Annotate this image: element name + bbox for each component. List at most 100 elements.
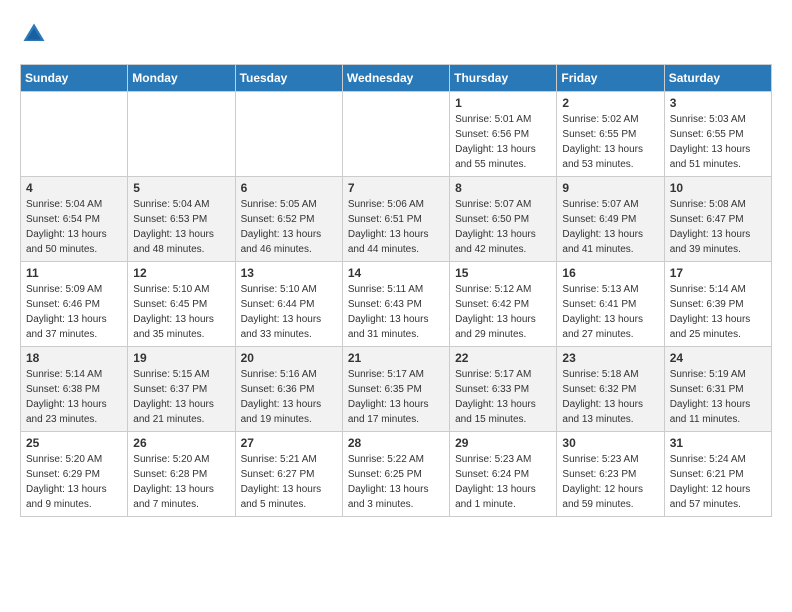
day-number: 6 — [241, 181, 337, 195]
day-info: Sunrise: 5:20 AM Sunset: 6:29 PM Dayligh… — [26, 452, 122, 512]
day-number: 24 — [670, 351, 766, 365]
day-info: Sunrise: 5:22 AM Sunset: 6:25 PM Dayligh… — [348, 452, 444, 512]
day-number: 15 — [455, 266, 551, 280]
day-number: 12 — [133, 266, 229, 280]
calendar-cell: 15 Sunrise: 5:12 AM Sunset: 6:42 PM Dayli… — [450, 262, 557, 347]
calendar-week-4: 18 Sunrise: 5:14 AM Sunset: 6:38 PM Dayli… — [21, 347, 772, 432]
calendar-header-row: SundayMondayTuesdayWednesdayThursdayFrid… — [21, 65, 772, 92]
calendar-cell — [342, 92, 449, 177]
calendar-cell: 29Sunrise: 5:23 AM Sunset: 6:24 PM Dayli… — [450, 432, 557, 517]
day-number: 1 — [455, 96, 551, 110]
calendar-cell: 19 Sunrise: 5:15 AM Sunset: 6:37 PM Dayli… — [128, 347, 235, 432]
day-number: 10 — [670, 181, 766, 195]
day-info: Sunrise: 5:23 AM Sunset: 6:23 PM Dayligh… — [562, 452, 658, 512]
calendar-cell: 17 Sunrise: 5:14 AM Sunset: 6:39 PM Dayli… — [664, 262, 771, 347]
logo-icon — [20, 20, 48, 48]
day-info: Sunrise: 5:23 AM Sunset: 6:24 PM Dayligh… — [455, 452, 551, 512]
calendar-cell: 31 Sunrise: 5:24 AM Sunset: 6:21 PM Dayli… — [664, 432, 771, 517]
day-number: 18 — [26, 351, 122, 365]
day-info: Sunrise: 5:20 AM Sunset: 6:28 PM Dayligh… — [133, 452, 229, 512]
day-number: 4 — [26, 181, 122, 195]
day-info: Sunrise: 5:18 AM Sunset: 6:32 PM Dayligh… — [562, 367, 658, 427]
header-friday: Friday — [557, 65, 664, 92]
day-number: 9 — [562, 181, 658, 195]
calendar-cell: 16Sunrise: 5:13 AM Sunset: 6:41 PM Dayli… — [557, 262, 664, 347]
calendar-cell: 8 Sunrise: 5:07 AM Sunset: 6:50 PM Daylig… — [450, 177, 557, 262]
day-number: 8 — [455, 181, 551, 195]
calendar-cell: 13 Sunrise: 5:10 AM Sunset: 6:44 PM Dayli… — [235, 262, 342, 347]
day-info: Sunrise: 5:14 AM Sunset: 6:39 PM Dayligh… — [670, 282, 766, 342]
day-info: Sunrise: 5:02 AM Sunset: 6:55 PM Dayligh… — [562, 112, 658, 172]
day-info: Sunrise: 5:07 AM Sunset: 6:50 PM Dayligh… — [455, 197, 551, 257]
calendar-week-3: 11 Sunrise: 5:09 AM Sunset: 6:46 PM Dayli… — [21, 262, 772, 347]
calendar-cell: 11 Sunrise: 5:09 AM Sunset: 6:46 PM Dayli… — [21, 262, 128, 347]
calendar-cell: 3 Sunrise: 5:03 AM Sunset: 6:55 PM Daylig… — [664, 92, 771, 177]
calendar-cell: 21 Sunrise: 5:17 AM Sunset: 6:35 PM Dayli… — [342, 347, 449, 432]
day-number: 25 — [26, 436, 122, 450]
header-wednesday: Wednesday — [342, 65, 449, 92]
day-number: 21 — [348, 351, 444, 365]
day-number: 30 — [562, 436, 658, 450]
calendar-week-5: 25 Sunrise: 5:20 AM Sunset: 6:29 PM Dayli… — [21, 432, 772, 517]
day-number: 22 — [455, 351, 551, 365]
day-number: 13 — [241, 266, 337, 280]
day-info: Sunrise: 5:15 AM Sunset: 6:37 PM Dayligh… — [133, 367, 229, 427]
calendar-cell: 14Sunrise: 5:11 AM Sunset: 6:43 PM Dayli… — [342, 262, 449, 347]
day-info: Sunrise: 5:14 AM Sunset: 6:38 PM Dayligh… — [26, 367, 122, 427]
calendar-cell: 23Sunrise: 5:18 AM Sunset: 6:32 PM Dayli… — [557, 347, 664, 432]
day-number: 27 — [241, 436, 337, 450]
calendar-cell: 26 Sunrise: 5:20 AM Sunset: 6:28 PM Dayli… — [128, 432, 235, 517]
calendar-table: SundayMondayTuesdayWednesdayThursdayFrid… — [20, 64, 772, 517]
day-number: 17 — [670, 266, 766, 280]
day-number: 26 — [133, 436, 229, 450]
header-monday: Monday — [128, 65, 235, 92]
day-info: Sunrise: 5:19 AM Sunset: 6:31 PM Dayligh… — [670, 367, 766, 427]
day-info: Sunrise: 5:07 AM Sunset: 6:49 PM Dayligh… — [562, 197, 658, 257]
calendar-cell — [21, 92, 128, 177]
day-number: 19 — [133, 351, 229, 365]
day-number: 31 — [670, 436, 766, 450]
calendar-cell: 4 Sunrise: 5:04 AM Sunset: 6:54 PM Daylig… — [21, 177, 128, 262]
calendar-cell: 2Sunrise: 5:02 AM Sunset: 6:55 PM Daylig… — [557, 92, 664, 177]
calendar-cell: 27 Sunrise: 5:21 AM Sunset: 6:27 PM Dayli… — [235, 432, 342, 517]
calendar-cell: 9 Sunrise: 5:07 AM Sunset: 6:49 PM Daylig… — [557, 177, 664, 262]
day-info: Sunrise: 5:10 AM Sunset: 6:44 PM Dayligh… — [241, 282, 337, 342]
day-info: Sunrise: 5:05 AM Sunset: 6:52 PM Dayligh… — [241, 197, 337, 257]
day-number: 20 — [241, 351, 337, 365]
day-info: Sunrise: 5:04 AM Sunset: 6:54 PM Dayligh… — [26, 197, 122, 257]
calendar-cell: 24 Sunrise: 5:19 AM Sunset: 6:31 PM Dayli… — [664, 347, 771, 432]
day-number: 5 — [133, 181, 229, 195]
day-info: Sunrise: 5:24 AM Sunset: 6:21 PM Dayligh… — [670, 452, 766, 512]
calendar-cell: 22 Sunrise: 5:17 AM Sunset: 6:33 PM Dayli… — [450, 347, 557, 432]
header-sunday: Sunday — [21, 65, 128, 92]
header-thursday: Thursday — [450, 65, 557, 92]
calendar-cell: 7 Sunrise: 5:06 AM Sunset: 6:51 PM Daylig… — [342, 177, 449, 262]
day-info: Sunrise: 5:10 AM Sunset: 6:45 PM Dayligh… — [133, 282, 229, 342]
calendar-cell: 20 Sunrise: 5:16 AM Sunset: 6:36 PM Dayli… — [235, 347, 342, 432]
header-tuesday: Tuesday — [235, 65, 342, 92]
header-saturday: Saturday — [664, 65, 771, 92]
day-info: Sunrise: 5:06 AM Sunset: 6:51 PM Dayligh… — [348, 197, 444, 257]
day-number: 7 — [348, 181, 444, 195]
day-number: 3 — [670, 96, 766, 110]
calendar-cell — [128, 92, 235, 177]
calendar-cell: 1Sunrise: 5:01 AM Sunset: 6:56 PM Daylig… — [450, 92, 557, 177]
logo — [20, 20, 52, 48]
day-info: Sunrise: 5:12 AM Sunset: 6:42 PM Dayligh… — [455, 282, 551, 342]
calendar-cell — [235, 92, 342, 177]
day-info: Sunrise: 5:17 AM Sunset: 6:35 PM Dayligh… — [348, 367, 444, 427]
day-info: Sunrise: 5:08 AM Sunset: 6:47 PM Dayligh… — [670, 197, 766, 257]
day-number: 28 — [348, 436, 444, 450]
calendar-cell: 25 Sunrise: 5:20 AM Sunset: 6:29 PM Dayli… — [21, 432, 128, 517]
calendar-cell: 6 Sunrise: 5:05 AM Sunset: 6:52 PM Daylig… — [235, 177, 342, 262]
calendar-cell: 12 Sunrise: 5:10 AM Sunset: 6:45 PM Dayli… — [128, 262, 235, 347]
day-info: Sunrise: 5:17 AM Sunset: 6:33 PM Dayligh… — [455, 367, 551, 427]
calendar-week-2: 4 Sunrise: 5:04 AM Sunset: 6:54 PM Daylig… — [21, 177, 772, 262]
day-info: Sunrise: 5:09 AM Sunset: 6:46 PM Dayligh… — [26, 282, 122, 342]
day-info: Sunrise: 5:16 AM Sunset: 6:36 PM Dayligh… — [241, 367, 337, 427]
calendar-cell: 5Sunrise: 5:04 AM Sunset: 6:53 PM Daylig… — [128, 177, 235, 262]
day-number: 11 — [26, 266, 122, 280]
day-number: 14 — [348, 266, 444, 280]
day-info: Sunrise: 5:03 AM Sunset: 6:55 PM Dayligh… — [670, 112, 766, 172]
day-info: Sunrise: 5:21 AM Sunset: 6:27 PM Dayligh… — [241, 452, 337, 512]
